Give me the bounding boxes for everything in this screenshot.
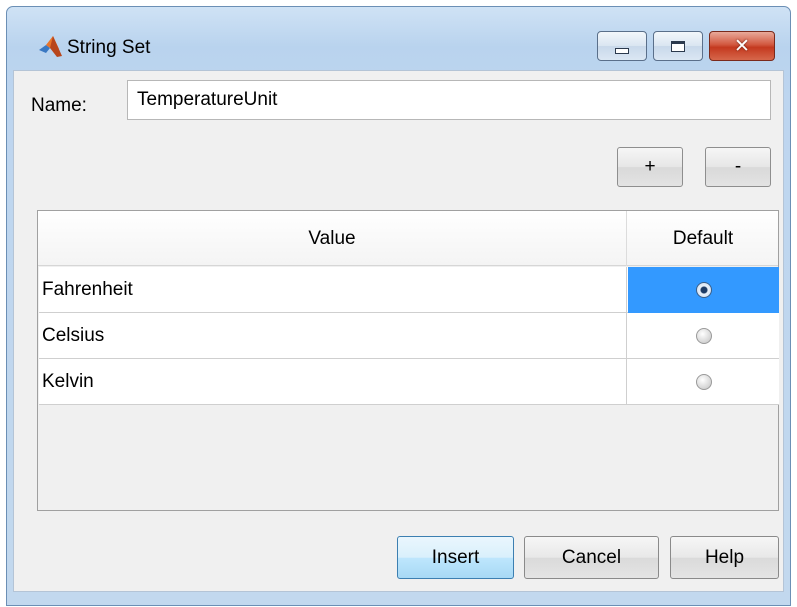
default-radio[interactable] xyxy=(695,328,712,344)
title-bar[interactable]: String Set ✕ xyxy=(7,7,790,79)
window-title: String Set xyxy=(67,37,151,58)
minimize-button[interactable] xyxy=(597,31,647,61)
matlab-logo-icon xyxy=(39,36,62,57)
add-row-button[interactable]: + xyxy=(617,147,683,187)
minimize-icon xyxy=(615,48,629,54)
column-header-value[interactable]: Value xyxy=(38,211,627,266)
cancel-button[interactable]: Cancel xyxy=(524,536,659,579)
default-radio[interactable] xyxy=(695,282,712,298)
help-button[interactable]: Help xyxy=(670,536,779,579)
default-cell[interactable] xyxy=(628,359,779,405)
close-icon: ✕ xyxy=(734,35,750,57)
default-cell[interactable] xyxy=(628,267,779,313)
insert-button[interactable]: Insert xyxy=(397,536,514,579)
value-cell[interactable]: Kelvin xyxy=(39,359,627,405)
column-header-default[interactable]: Default xyxy=(627,211,779,266)
remove-row-button[interactable]: - xyxy=(705,147,771,187)
string-set-table: Value Default Fahrenheit Celsius Kelvin xyxy=(37,210,779,511)
default-cell[interactable] xyxy=(628,313,779,359)
value-cell[interactable]: Celsius xyxy=(39,313,627,359)
table-row[interactable]: Fahrenheit xyxy=(39,267,779,313)
default-radio[interactable] xyxy=(695,374,712,390)
table-row[interactable]: Celsius xyxy=(39,313,779,359)
table-row[interactable]: Kelvin xyxy=(39,359,779,405)
name-label: Name: xyxy=(31,95,87,116)
value-cell[interactable]: Fahrenheit xyxy=(39,267,627,313)
close-button[interactable]: ✕ xyxy=(709,31,775,61)
name-input[interactable] xyxy=(127,80,771,120)
maximize-icon xyxy=(671,40,685,52)
maximize-button[interactable] xyxy=(653,31,703,61)
table-header: Value Default xyxy=(38,211,778,266)
